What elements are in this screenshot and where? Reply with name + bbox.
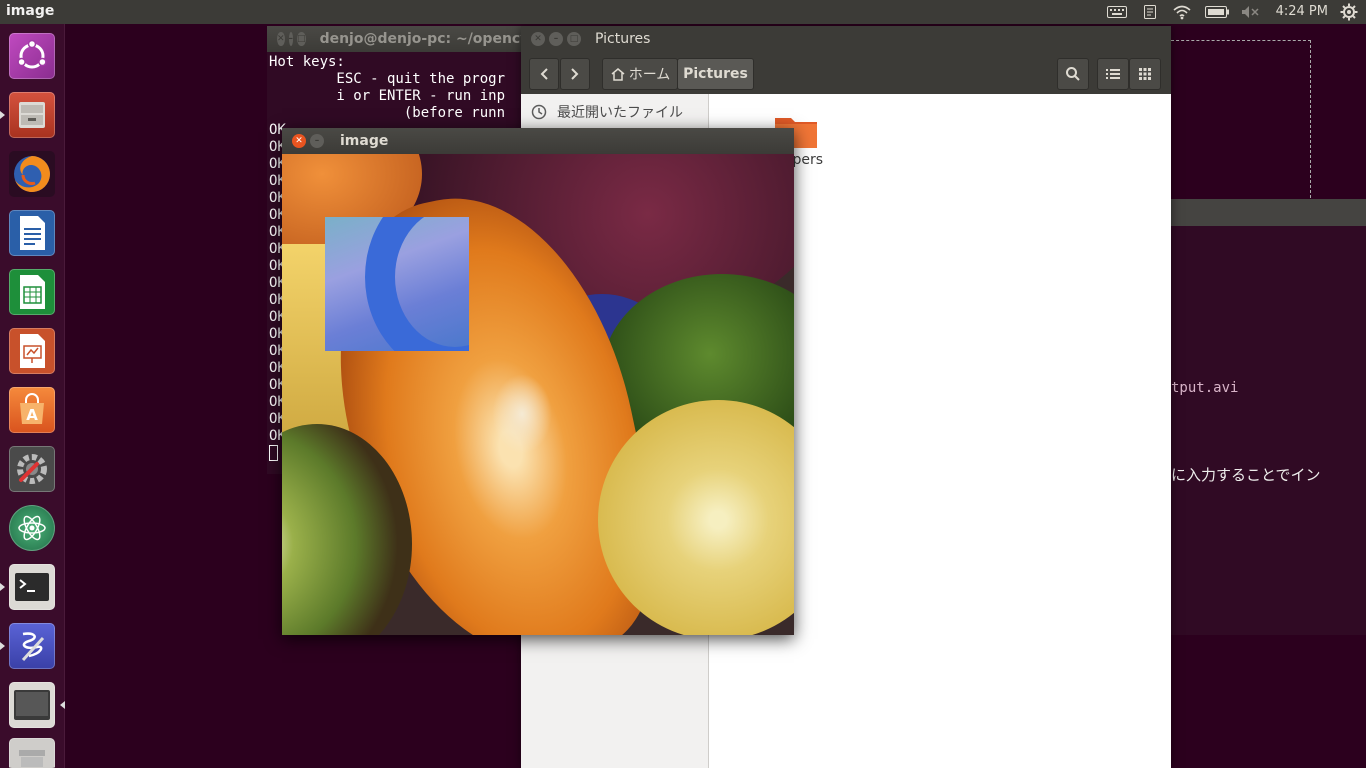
file-manager-toolbar: ✕ – □ Pictures ホーム Pictures <box>521 26 1171 94</box>
shopping-bag-icon: A <box>20 393 44 424</box>
launcher-impress[interactable] <box>6 325 58 377</box>
atom-icon <box>18 515 46 541</box>
chevron-left-icon <box>540 68 548 80</box>
list-view-button[interactable] <box>1097 58 1129 90</box>
background-terminal-titlebar[interactable] <box>1171 199 1366 226</box>
back-button[interactable] <box>529 58 559 90</box>
list-view-icon <box>1106 69 1120 79</box>
clock-icon <box>531 104 547 120</box>
clock[interactable]: 4:24 PM <box>1276 4 1328 19</box>
launcher-writer[interactable] <box>6 207 58 259</box>
breadcrumb-home-label: ホーム <box>628 67 671 83</box>
impress-presentation-icon <box>20 334 45 368</box>
files-maximize-button[interactable]: □ <box>567 32 581 46</box>
settings-gear-icon[interactable] <box>1338 2 1360 22</box>
launcher-atom[interactable] <box>6 502 58 554</box>
background-terminal-output-1: tput.avi <box>1171 380 1239 396</box>
launcher-gedit[interactable] <box>0 620 58 672</box>
breadcrumb-home[interactable]: ホーム <box>602 58 678 90</box>
top-panel: image 4:24 PM <box>0 0 1366 24</box>
launcher-calc[interactable] <box>6 266 58 318</box>
active-app-title: image <box>6 3 55 19</box>
files-minimize-button[interactable]: – <box>549 32 563 46</box>
background-terminal[interactable]: tput.avi に入力することでイン <box>1171 199 1366 635</box>
terminal-cursor <box>269 445 278 461</box>
battery-icon[interactable] <box>1204 2 1230 22</box>
terminal-minimize-button[interactable]: – <box>288 32 294 46</box>
home-icon <box>611 68 625 81</box>
sidebar-item-recent[interactable]: 最近開いたファイル <box>531 102 683 122</box>
launcher-firefox[interactable] <box>6 148 58 200</box>
trash-icon <box>19 750 45 767</box>
breadcrumb-pictures[interactable]: Pictures <box>677 58 754 90</box>
launcher-software-center[interactable]: A <box>6 384 58 436</box>
sidebar-item-recent-label: 最近開いたファイル <box>557 105 683 121</box>
terminal-line: Hot keys: <box>269 54 345 70</box>
terminal-titlebar[interactable]: ✕ – □ denjo@denjo-pc: ~/opencv <box>267 26 529 52</box>
grid-view-icon <box>1139 68 1151 80</box>
breadcrumb-pictures-label: Pictures <box>683 66 748 82</box>
chevron-right-icon <box>571 68 579 80</box>
files-close-button[interactable]: ✕ <box>531 32 545 46</box>
search-icon <box>1066 67 1080 81</box>
svg-text:A: A <box>26 406 38 424</box>
terminal-maximize-button[interactable]: □ <box>297 32 306 46</box>
ubuntu-logo-icon <box>17 39 47 69</box>
screen-icon <box>14 690 50 720</box>
dashed-selection-area <box>1171 40 1311 198</box>
terminal-line: (before runn <box>403 105 506 121</box>
calc-spreadsheet-icon <box>20 275 45 309</box>
writer-document-icon <box>20 216 45 250</box>
image-window-title: image <box>340 133 389 149</box>
terminal-line: ESC - quit the progr <box>336 71 506 87</box>
settings-wrench-icon <box>17 454 47 484</box>
inverted-region <box>325 217 469 351</box>
terminal-title: denjo@denjo-pc: ~/opencv <box>319 31 530 47</box>
file-cabinet-icon <box>19 102 45 128</box>
file-manager-title: Pictures <box>595 31 651 47</box>
image-canvas[interactable] <box>282 154 794 635</box>
terminal-line: i or ENTER - run inp <box>336 88 506 104</box>
launcher-workspace-screen[interactable] <box>6 679 65 731</box>
image-close-button[interactable]: ✕ <box>292 134 306 148</box>
terminal-close-button[interactable]: ✕ <box>277 32 285 46</box>
volume-mute-icon[interactable] <box>1240 2 1260 22</box>
orange-center <box>492 374 552 454</box>
image-window[interactable]: ✕ – image <box>282 128 794 635</box>
keyboard-icon[interactable] <box>1106 2 1128 22</box>
background-terminal-output-2: に入力することでイン <box>1171 466 1321 484</box>
launcher-system-settings[interactable] <box>6 443 58 495</box>
forward-button[interactable] <box>560 58 590 90</box>
image-minimize-button[interactable]: – <box>310 134 324 148</box>
terminal-icon <box>15 573 49 601</box>
launcher-files[interactable] <box>0 89 58 141</box>
file-manager-titlebar[interactable]: ✕ – □ Pictures <box>521 26 1171 52</box>
notes-icon[interactable] <box>1140 2 1160 22</box>
wifi-icon[interactable] <box>1170 2 1194 22</box>
launcher-trash[interactable] <box>6 736 58 768</box>
firefox-icon <box>14 156 50 192</box>
launcher-ubuntu-dash[interactable] <box>6 30 58 82</box>
grid-view-button[interactable] <box>1129 58 1161 90</box>
text-editor-icon <box>21 632 45 662</box>
launcher: A <box>0 24 65 768</box>
launcher-terminal[interactable] <box>0 561 58 613</box>
image-window-titlebar[interactable]: ✕ – image <box>282 128 794 154</box>
search-button[interactable] <box>1057 58 1089 90</box>
